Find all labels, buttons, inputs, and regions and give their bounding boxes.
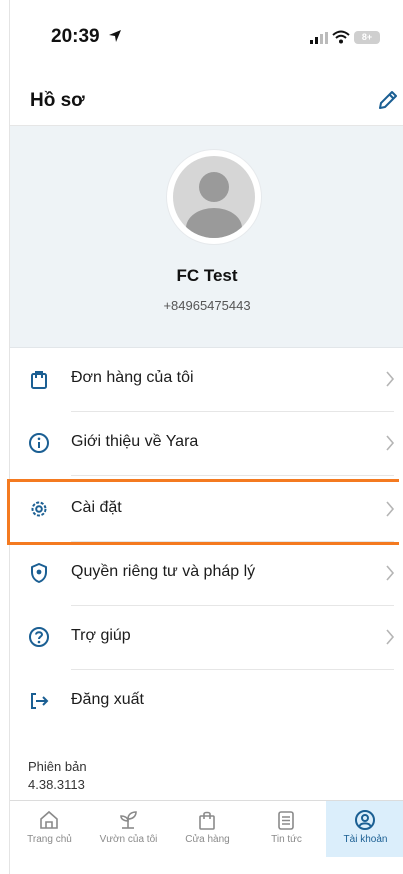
tab-store[interactable]: Cửa hàng xyxy=(168,801,247,857)
tab-label: Vườn của tôi xyxy=(99,834,158,845)
info-icon xyxy=(29,433,49,453)
account-icon xyxy=(355,810,375,830)
version-number: 4.38.3113 xyxy=(28,777,85,792)
menu-item-settings[interactable]: Cài đặt xyxy=(10,478,403,542)
tab-label: Trang chủ xyxy=(27,834,72,845)
avatar-placeholder xyxy=(173,156,255,238)
version-label: Phiên bản xyxy=(28,759,87,774)
location-arrow-icon xyxy=(109,30,121,42)
page-title: Hồ sơ xyxy=(30,90,85,111)
profile-name: FC Test xyxy=(176,266,238,285)
divider xyxy=(71,475,394,476)
bottom-tab-bar: Trang chủ Vườn của tôi Cửa hàng Tin tức … xyxy=(10,800,403,857)
shopping-bag-icon xyxy=(31,371,47,389)
tab-label: Cửa hàng xyxy=(185,834,230,845)
sprout-icon xyxy=(120,811,137,829)
menu-item-orders[interactable]: Đơn hàng của tôi xyxy=(10,348,403,412)
chevron-right-icon xyxy=(386,371,395,387)
menu-item-label: Cài đặt xyxy=(71,499,122,516)
tab-news[interactable]: Tin tức xyxy=(247,801,326,857)
chevron-right-icon xyxy=(386,435,395,451)
tab-home[interactable]: Trang chủ xyxy=(10,801,89,857)
logout-icon xyxy=(31,693,49,709)
tab-label: Tin tức xyxy=(271,834,302,845)
chevron-right-icon xyxy=(386,565,395,581)
home-icon xyxy=(40,810,58,829)
profile-card: FC Test +84965475443 xyxy=(10,126,403,348)
menu-item-logout[interactable]: Đăng xuất xyxy=(10,670,403,734)
user-silhouette-icon xyxy=(186,172,242,238)
avatar xyxy=(167,150,261,244)
shopping-bag-icon xyxy=(199,811,215,830)
chevron-right-icon xyxy=(386,501,395,517)
menu-item-label: Đăng xuất xyxy=(71,691,144,708)
signal-icon xyxy=(310,32,328,44)
tab-label: Tài khoản xyxy=(343,834,388,845)
help-icon xyxy=(29,627,49,647)
battery-icon: 8+ xyxy=(354,31,380,44)
menu-item-label: Giới thiệu về Yara xyxy=(71,433,199,450)
chevron-right-icon xyxy=(386,629,395,645)
menu-item-label: Trợ giúp xyxy=(71,627,131,644)
page-header: Hồ sơ xyxy=(10,80,403,126)
menu-item-label: Đơn hàng của tôi xyxy=(71,369,194,386)
menu-item-about-yara[interactable]: Giới thiệu về Yara xyxy=(10,412,403,476)
news-icon xyxy=(278,811,294,830)
menu-item-help[interactable]: Trợ giúp xyxy=(10,606,403,670)
phone-screen: 20:39 8+ Hồ sơ FC Test +84965475443 Đơn … xyxy=(9,0,403,874)
profile-phone: +84965475443 xyxy=(163,298,251,313)
status-time: 20:39 xyxy=(51,26,100,47)
status-bar: 20:39 8+ xyxy=(10,0,403,80)
edit-pencil-icon[interactable] xyxy=(376,88,400,112)
menu-item-label: Quyền riêng tư và pháp lý xyxy=(71,563,256,580)
gear-icon xyxy=(31,501,47,517)
shield-icon xyxy=(31,563,47,583)
wifi-icon xyxy=(332,30,350,44)
app-version: Phiên bản 4.38.3113 xyxy=(28,758,87,794)
tab-my-garden[interactable]: Vườn của tôi xyxy=(89,801,168,857)
tab-account[interactable]: Tài khoản xyxy=(326,801,403,857)
menu-item-privacy-legal[interactable]: Quyền riêng tư và pháp lý xyxy=(10,542,403,606)
